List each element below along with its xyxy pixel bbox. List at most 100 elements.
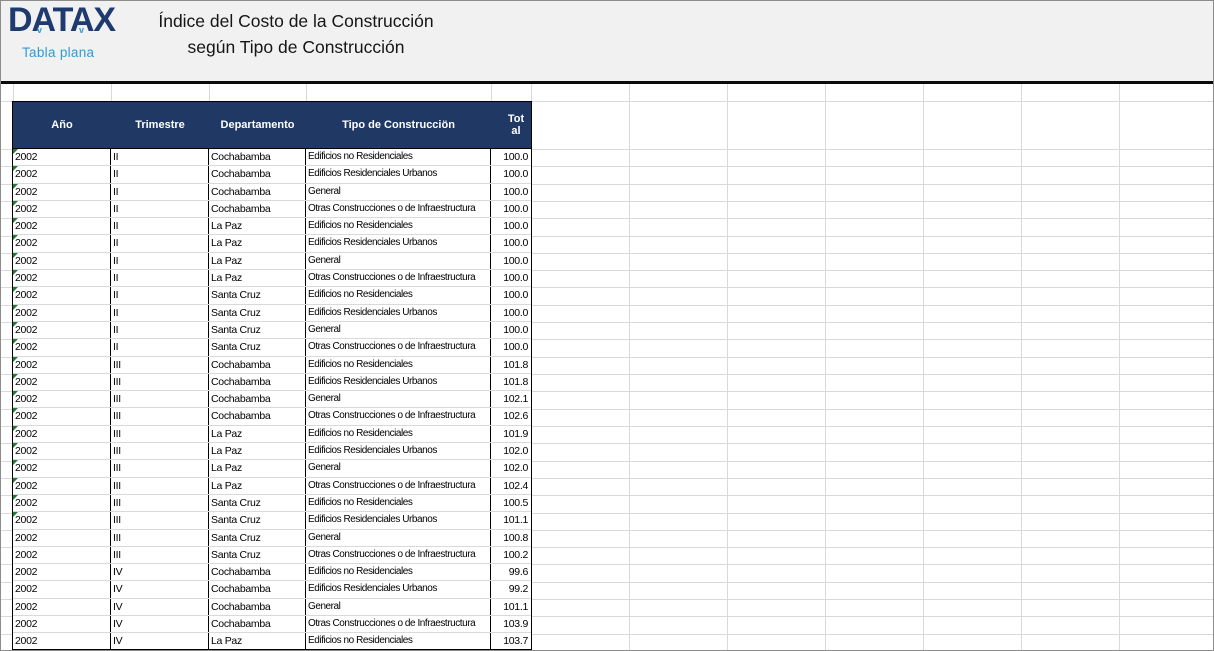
quarter-cell[interactable]: III <box>111 391 209 407</box>
construction-type-cell[interactable]: Otras Construcciones o de Infraestructur… <box>306 339 491 355</box>
construction-type-cell[interactable]: Otras Construcciones o de Infraestructur… <box>306 408 491 424</box>
total-cell[interactable]: 100.2 <box>491 547 531 563</box>
year-cell[interactable]: 2002 <box>13 166 111 182</box>
department-cell[interactable]: La Paz <box>209 270 306 286</box>
construction-type-cell[interactable]: Otras Construcciones o de Infraestructur… <box>306 201 491 217</box>
department-cell[interactable]: La Paz <box>209 633 306 649</box>
total-cell[interactable]: 101.8 <box>491 374 531 390</box>
total-cell[interactable]: 100.0 <box>491 201 531 217</box>
construction-type-cell[interactable]: Edificios no Residenciales <box>306 564 491 580</box>
total-cell[interactable]: 102.1 <box>491 391 531 407</box>
quarter-cell[interactable]: II <box>111 218 209 234</box>
department-cell[interactable]: La Paz <box>209 235 306 251</box>
department-cell[interactable]: Cochabamba <box>209 149 306 165</box>
year-cell[interactable]: 2002 <box>13 184 111 200</box>
department-cell[interactable]: La Paz <box>209 218 306 234</box>
construction-type-cell[interactable]: General <box>306 460 491 476</box>
construction-type-cell[interactable]: General <box>306 599 491 615</box>
year-cell[interactable]: 2002 <box>13 564 111 580</box>
quarter-cell[interactable]: II <box>111 184 209 200</box>
year-cell[interactable]: 2002 <box>13 218 111 234</box>
construction-type-cell[interactable]: Edificios no Residenciales <box>306 495 491 511</box>
year-cell[interactable]: 2002 <box>13 426 111 442</box>
total-cell[interactable]: 100.0 <box>491 184 531 200</box>
year-cell[interactable]: 2002 <box>13 322 111 338</box>
quarter-cell[interactable]: II <box>111 305 209 321</box>
quarter-cell[interactable]: II <box>111 270 209 286</box>
year-cell[interactable]: 2002 <box>13 495 111 511</box>
year-cell[interactable]: 2002 <box>13 581 111 597</box>
department-cell[interactable]: Santa Cruz <box>209 495 306 511</box>
column-header-construction-type[interactable]: Tipo de Construcciön <box>306 119 491 131</box>
department-cell[interactable]: Cochabamba <box>209 616 306 632</box>
department-cell[interactable]: La Paz <box>209 460 306 476</box>
department-cell[interactable]: La Paz <box>209 426 306 442</box>
construction-type-cell[interactable]: Edificios Residenciales Urbanos <box>306 305 491 321</box>
construction-type-cell[interactable]: Otras Construcciones o de Infraestructur… <box>306 270 491 286</box>
total-cell[interactable]: 101.1 <box>491 512 531 528</box>
year-cell[interactable]: 2002 <box>13 287 111 303</box>
department-cell[interactable]: Cochabamba <box>209 374 306 390</box>
year-cell[interactable]: 2002 <box>13 408 111 424</box>
quarter-cell[interactable]: III <box>111 408 209 424</box>
total-cell[interactable]: 102.4 <box>491 478 531 494</box>
department-cell[interactable]: Cochabamba <box>209 564 306 580</box>
total-cell[interactable]: 100.5 <box>491 495 531 511</box>
construction-type-cell[interactable]: Edificios no Residenciales <box>306 287 491 303</box>
department-cell[interactable]: Santa Cruz <box>209 530 306 546</box>
construction-type-cell[interactable]: Edificios Residenciales Urbanos <box>306 374 491 390</box>
quarter-cell[interactable]: III <box>111 460 209 476</box>
total-cell[interactable]: 102.0 <box>491 460 531 476</box>
construction-type-cell[interactable]: General <box>306 391 491 407</box>
department-cell[interactable]: Cochabamba <box>209 201 306 217</box>
quarter-cell[interactable]: IV <box>111 564 209 580</box>
construction-type-cell[interactable]: Edificios Residenciales Urbanos <box>306 581 491 597</box>
year-cell[interactable]: 2002 <box>13 235 111 251</box>
total-cell[interactable]: 103.7 <box>491 633 531 649</box>
total-cell[interactable]: 100.8 <box>491 530 531 546</box>
total-cell[interactable]: 100.0 <box>491 270 531 286</box>
year-cell[interactable]: 2002 <box>13 253 111 269</box>
construction-type-cell[interactable]: Otras Construcciones o de Infraestructur… <box>306 547 491 563</box>
department-cell[interactable]: La Paz <box>209 443 306 459</box>
year-cell[interactable]: 2002 <box>13 547 111 563</box>
construction-type-cell[interactable]: Edificios Residenciales Urbanos <box>306 512 491 528</box>
quarter-cell[interactable]: IV <box>111 599 209 615</box>
department-cell[interactable]: Santa Cruz <box>209 287 306 303</box>
department-cell[interactable]: Cochabamba <box>209 408 306 424</box>
construction-type-cell[interactable]: Otras Construcciones o de Infraestructur… <box>306 616 491 632</box>
quarter-cell[interactable]: III <box>111 512 209 528</box>
construction-type-cell[interactable]: Edificios no Residenciales <box>306 426 491 442</box>
total-cell[interactable]: 101.9 <box>491 426 531 442</box>
total-cell[interactable]: 100.0 <box>491 305 531 321</box>
department-cell[interactable]: La Paz <box>209 253 306 269</box>
total-cell[interactable]: 100.0 <box>491 166 531 182</box>
department-cell[interactable]: Santa Cruz <box>209 547 306 563</box>
quarter-cell[interactable]: IV <box>111 633 209 649</box>
total-cell[interactable]: 100.0 <box>491 235 531 251</box>
year-cell[interactable]: 2002 <box>13 357 111 373</box>
total-cell[interactable]: 99.2 <box>491 581 531 597</box>
quarter-cell[interactable]: II <box>111 339 209 355</box>
department-cell[interactable]: Cochabamba <box>209 166 306 182</box>
total-cell[interactable]: 103.9 <box>491 616 531 632</box>
quarter-cell[interactable]: II <box>111 235 209 251</box>
year-cell[interactable]: 2002 <box>13 339 111 355</box>
quarter-cell[interactable]: II <box>111 149 209 165</box>
year-cell[interactable]: 2002 <box>13 599 111 615</box>
quarter-cell[interactable]: III <box>111 495 209 511</box>
department-cell[interactable]: La Paz <box>209 478 306 494</box>
column-header-department[interactable]: Departamento <box>209 119 306 131</box>
construction-type-cell[interactable]: General <box>306 322 491 338</box>
department-cell[interactable]: Santa Cruz <box>209 305 306 321</box>
total-cell[interactable]: 100.0 <box>491 322 531 338</box>
department-cell[interactable]: Cochabamba <box>209 599 306 615</box>
construction-type-cell[interactable]: General <box>306 253 491 269</box>
department-cell[interactable]: Santa Cruz <box>209 322 306 338</box>
construction-type-cell[interactable]: Edificios no Residenciales <box>306 357 491 373</box>
column-header-year[interactable]: Año <box>13 119 111 131</box>
quarter-cell[interactable]: II <box>111 287 209 303</box>
total-cell[interactable]: 100.0 <box>491 149 531 165</box>
year-cell[interactable]: 2002 <box>13 201 111 217</box>
construction-type-cell[interactable]: General <box>306 530 491 546</box>
